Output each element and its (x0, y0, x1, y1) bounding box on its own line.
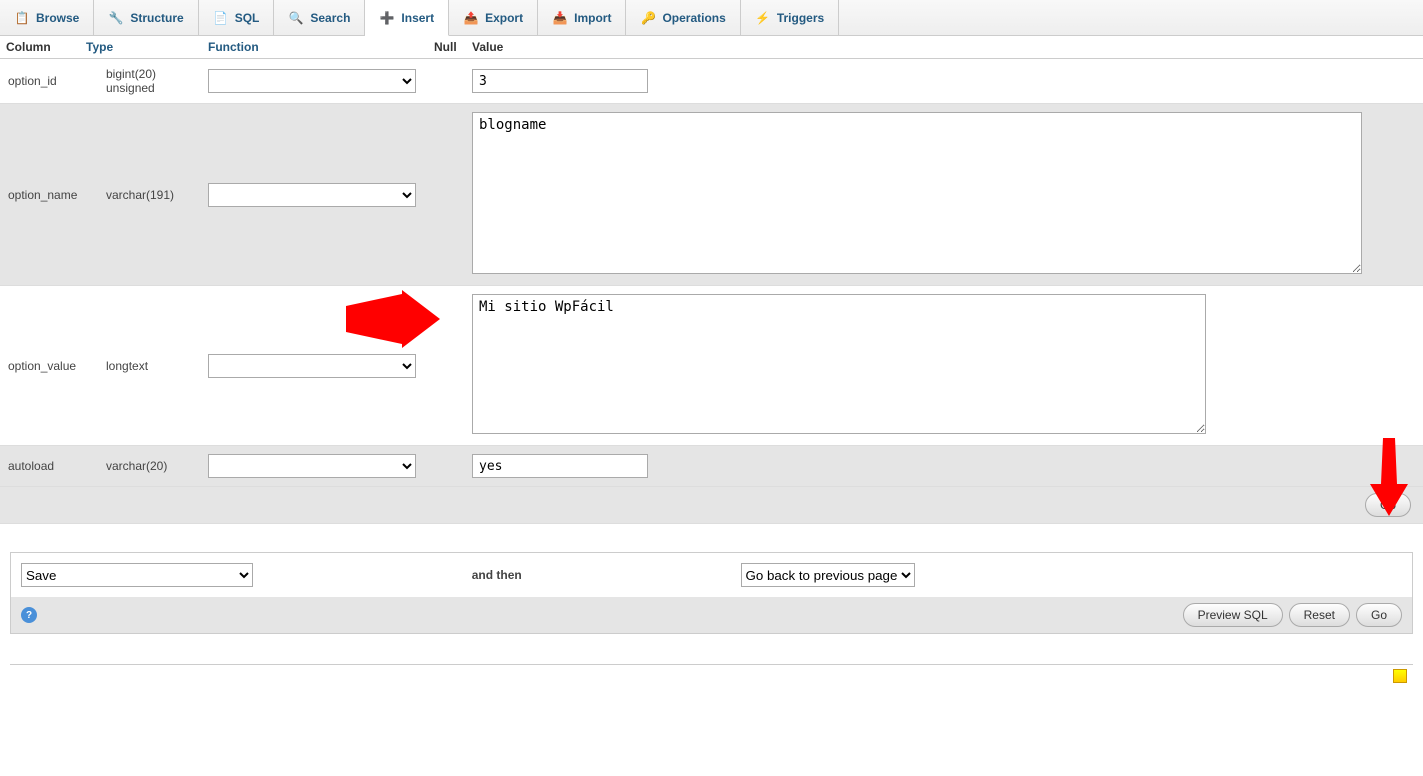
table-row: option_id bigint(20) unsigned (0, 59, 1423, 104)
function-select[interactable] (208, 354, 416, 378)
function-select[interactable] (208, 69, 416, 93)
search-icon: 🔍 (288, 10, 304, 26)
function-select[interactable] (208, 183, 416, 207)
go-bar: Go (0, 487, 1423, 524)
triggers-icon: ⚡ (755, 10, 771, 26)
value-textarea[interactable]: Mi sitio WpFácil (472, 294, 1206, 434)
tab-label: Search (310, 11, 350, 25)
value-input[interactable] (472, 454, 648, 478)
col-type: varchar(191) (86, 188, 208, 202)
col-type: varchar(20) (86, 459, 208, 473)
and-then-label: and then (253, 568, 741, 582)
col-type: longtext (86, 359, 208, 373)
table-row: option_value longtext Mi sitio WpFácil (0, 286, 1423, 446)
tab-label: Triggers (777, 11, 824, 25)
save-select[interactable]: Save (21, 563, 253, 587)
go-button[interactable]: Go (1365, 493, 1411, 517)
header-type: Type (86, 40, 208, 54)
header-null: Null (434, 40, 472, 54)
function-select[interactable] (208, 454, 416, 478)
help-icon[interactable]: ? (21, 607, 37, 623)
tab-insert[interactable]: ➕ Insert (365, 0, 449, 36)
value-textarea[interactable]: blogname (472, 112, 1362, 274)
value-input[interactable] (472, 69, 648, 93)
footer-icon-bar (0, 665, 1423, 690)
tab-label: Browse (36, 11, 79, 25)
tab-sql[interactable]: 📄 SQL (199, 0, 275, 35)
browse-icon: 📋 (14, 10, 30, 26)
operations-icon: 🔑 (640, 10, 656, 26)
table-header: Column Type Function Null Value (0, 36, 1423, 59)
tab-label: Insert (401, 11, 434, 25)
structure-icon: 🔧 (108, 10, 124, 26)
col-name: autoload (0, 459, 86, 473)
insert-icon: ➕ (379, 10, 395, 26)
tab-label: Export (485, 11, 523, 25)
col-name: option_name (0, 188, 86, 202)
col-name: option_id (0, 74, 86, 88)
import-icon: 📥 (552, 10, 568, 26)
table-row: option_name varchar(191) blogname (0, 104, 1423, 286)
actions-panel: Save and then Go back to previous page ?… (10, 552, 1413, 634)
header-function: Function (208, 40, 434, 54)
tab-search[interactable]: 🔍 Search (274, 0, 365, 35)
table-row: autoload varchar(20) (0, 446, 1423, 487)
header-column: Column (0, 40, 86, 54)
tab-export[interactable]: 📤 Export (449, 0, 538, 35)
after-action-select[interactable]: Go back to previous page (741, 563, 915, 587)
note-icon[interactable] (1393, 669, 1407, 683)
col-name: option_value (0, 359, 86, 373)
reset-button[interactable]: Reset (1289, 603, 1350, 627)
tab-triggers[interactable]: ⚡ Triggers (741, 0, 839, 35)
tab-label: Structure (130, 11, 183, 25)
preview-sql-button[interactable]: Preview SQL (1183, 603, 1283, 627)
tab-label: Operations (662, 11, 725, 25)
tab-structure[interactable]: 🔧 Structure (94, 0, 198, 35)
sql-icon: 📄 (213, 10, 229, 26)
tab-operations[interactable]: 🔑 Operations (626, 0, 740, 35)
nav-tabs: 📋Browse 🔧Structure 📄SQL 🔍Search ➕Insert … (0, 0, 1423, 36)
col-type: bigint(20) unsigned (86, 67, 208, 95)
export-icon: 📤 (463, 10, 479, 26)
go-button[interactable]: Go (1356, 603, 1402, 627)
header-value: Value (472, 40, 1423, 54)
tab-label: Import (574, 11, 611, 25)
tab-label: SQL (235, 11, 260, 25)
tab-import[interactable]: 📥 Import (538, 0, 626, 35)
tab-browse[interactable]: 📋 Browse (0, 0, 94, 35)
